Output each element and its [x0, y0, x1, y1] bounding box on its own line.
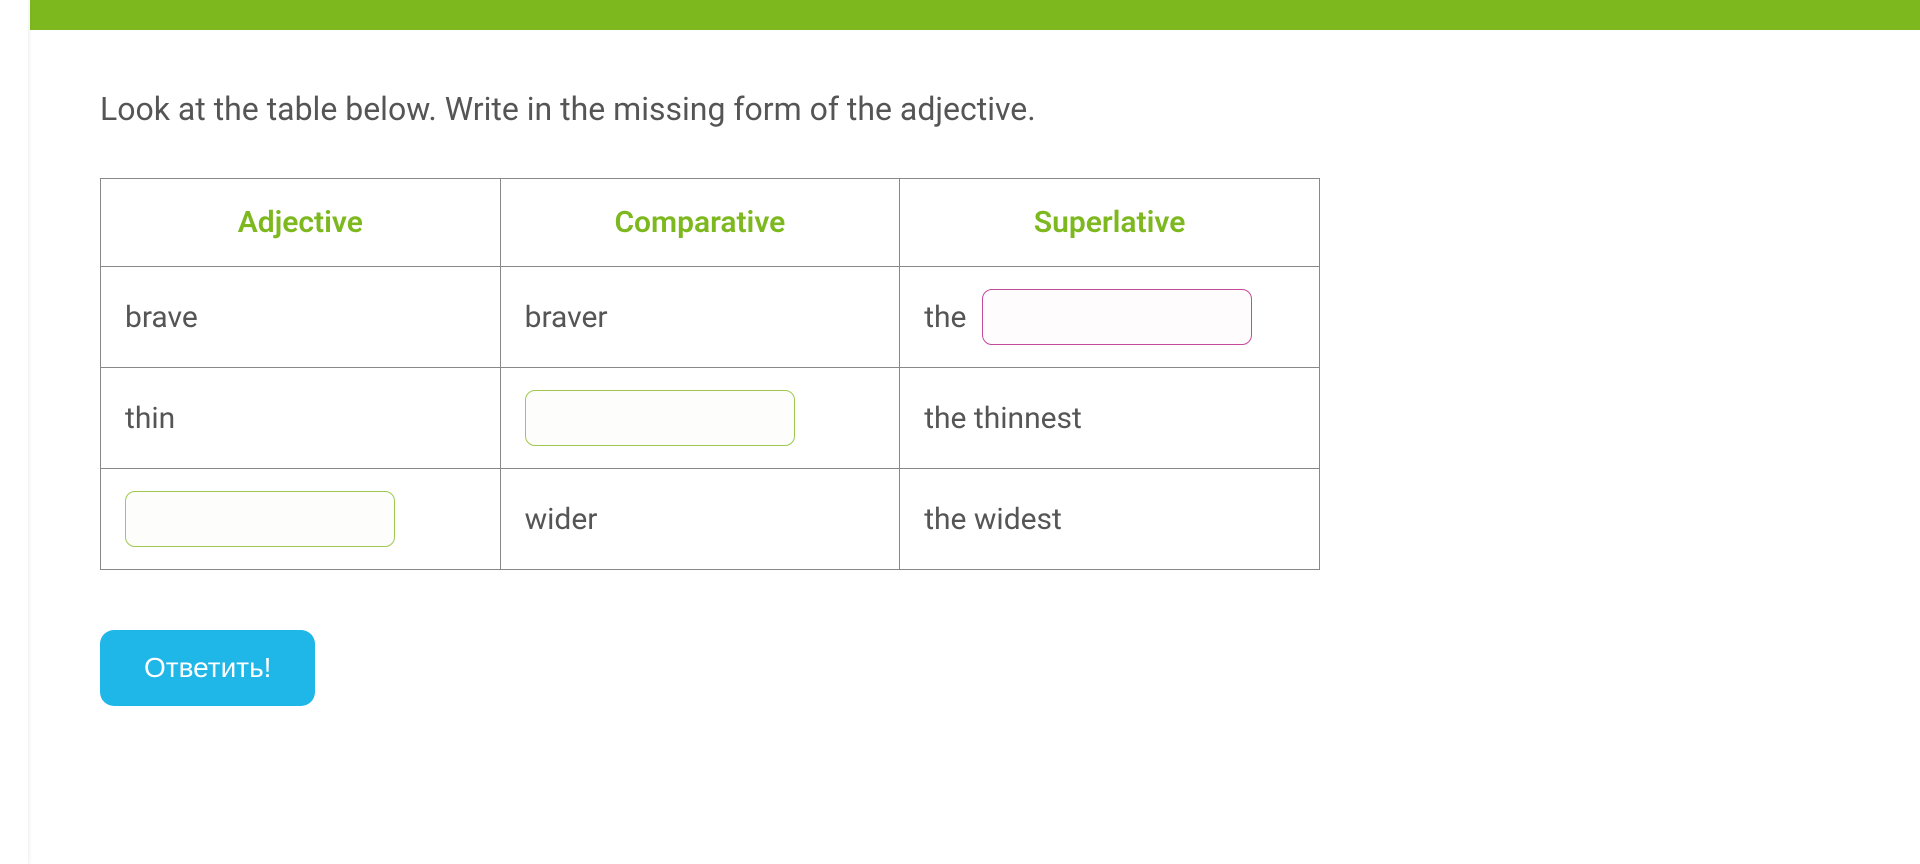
page-left-edge	[0, 0, 28, 864]
adjective-table: Adjective Comparative Superlative brave …	[100, 178, 1320, 570]
instruction-text: Look at the table below. Write in the mi…	[100, 90, 1840, 128]
exercise-content: Look at the table below. Write in the mi…	[20, 30, 1920, 746]
header-comparative: Comparative	[500, 179, 900, 267]
header-adjective: Adjective	[101, 179, 501, 267]
header-superlative: Superlative	[900, 179, 1320, 267]
table-row: wider the widest	[101, 469, 1320, 570]
superlative-input[interactable]	[982, 289, 1252, 345]
superlative-prefix: the	[924, 300, 966, 335]
answer-button[interactable]: Ответить!	[100, 630, 315, 706]
top-header-bar	[30, 0, 1920, 30]
cell-superlative: the thinnest	[900, 368, 1320, 469]
comparative-input[interactable]	[525, 390, 795, 446]
cell-adjective: thin	[101, 368, 501, 469]
cell-comparative: wider	[500, 469, 900, 570]
table-row: thin the thinnest	[101, 368, 1320, 469]
adjective-input[interactable]	[125, 491, 395, 547]
cell-superlative: the	[900, 267, 1320, 368]
cell-adjective	[101, 469, 501, 570]
cell-adjective: brave	[101, 267, 501, 368]
cell-superlative: the widest	[900, 469, 1320, 570]
cell-comparative	[500, 368, 900, 469]
cell-comparative: braver	[500, 267, 900, 368]
table-row: brave braver the	[101, 267, 1320, 368]
